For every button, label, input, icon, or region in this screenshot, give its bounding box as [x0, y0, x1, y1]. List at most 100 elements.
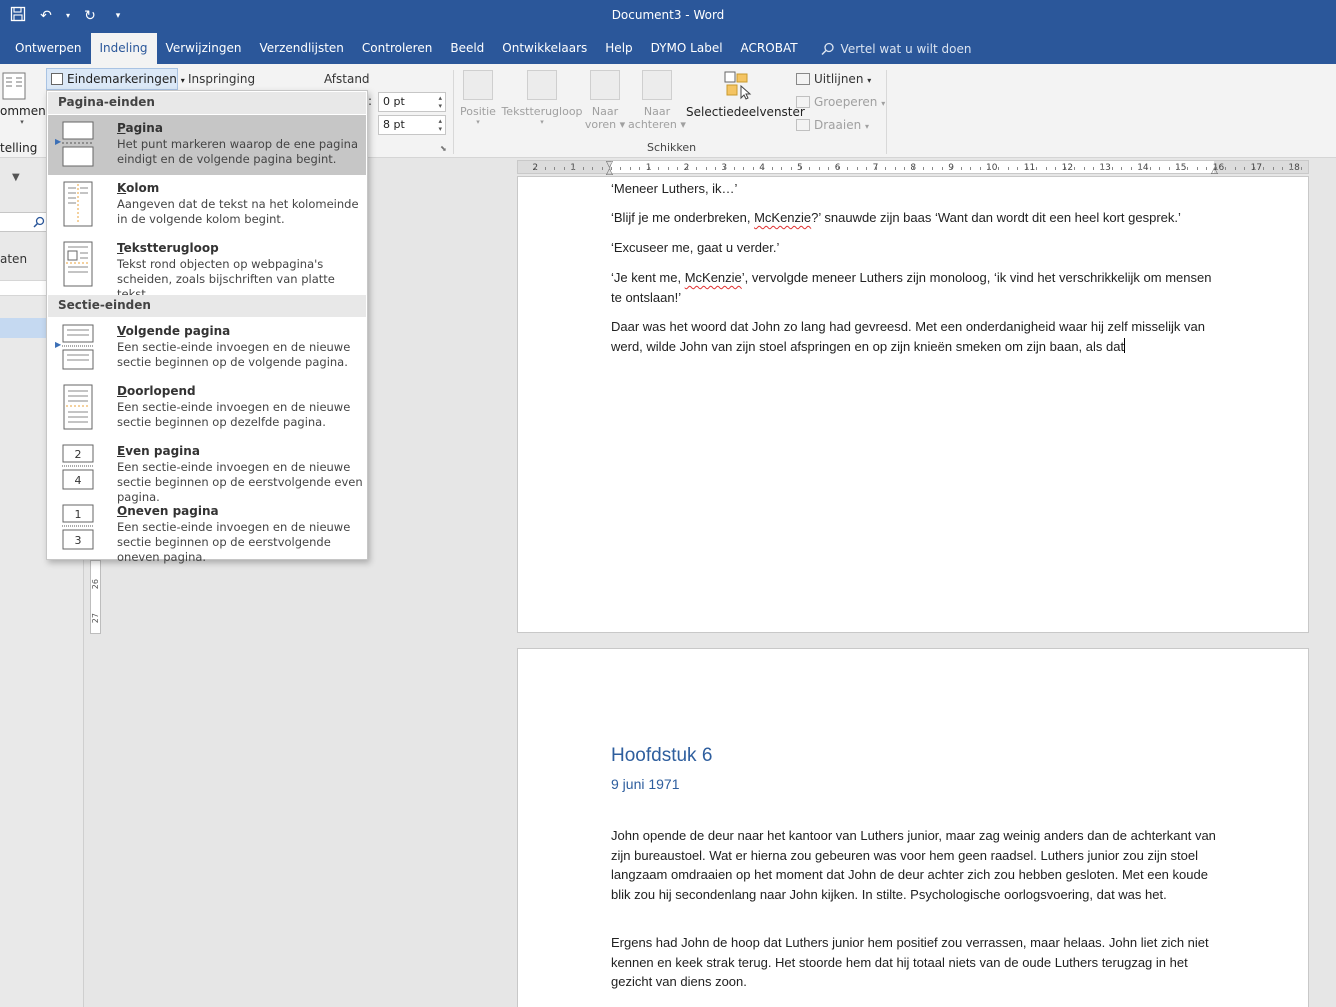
paragraph[interactable]: ‘Je kent me, McKenzie’, vervolgde meneer… — [611, 268, 1221, 307]
ruler-minor-tick — [724, 167, 726, 170]
send-backward-button[interactable]: Naar achteren ▾ — [628, 70, 686, 131]
align-icon — [796, 73, 810, 85]
paragraph-text: ‘Je kent me, — [611, 270, 685, 285]
tab-ontwerpen[interactable]: Ontwerpen — [6, 33, 91, 64]
tab-verzendlijsten[interactable]: Verzendlijsten — [250, 33, 352, 64]
menu-item-title-accel: O — [117, 504, 128, 518]
paragraph[interactable]: ‘Blijf je me onderbreken, McKenzie?’ sna… — [611, 208, 1221, 228]
navigation-tab-pages[interactable]: aten — [0, 252, 27, 266]
position-button[interactable]: Positie ▾ — [458, 70, 498, 126]
ruler-minor-tick — [809, 167, 811, 170]
navigation-search-input[interactable] — [0, 212, 48, 232]
ruler-minor-tick — [648, 167, 650, 170]
ribbon-tabs: Ontwerpen Indeling Verwijzingen Verzendl… — [0, 33, 1336, 64]
menu-item-even-page[interactable]: 24 Even pagina Een sectie-einde invoegen… — [48, 438, 366, 504]
ruler-tick-label: 10 — [986, 163, 998, 173]
ruler-minor-tick — [1244, 167, 1246, 170]
ruler-minor-tick — [686, 167, 688, 170]
ruler-minor-tick — [1263, 167, 1265, 170]
paragraph[interactable]: Daar was het woord dat John zo lang had … — [611, 317, 1221, 356]
selection-pane-icon — [724, 71, 752, 100]
send-backward-icon — [642, 70, 672, 100]
menu-item-description: Het punt markeren waarop de ene pagina e… — [117, 137, 358, 166]
paragraph[interactable]: John opende de deur naar het kantoor van… — [611, 826, 1221, 904]
tab-ontwikkelaars[interactable]: Ontwikkelaars — [493, 33, 596, 64]
ruler-minor-tick — [941, 167, 943, 170]
ruler-tick-label: 13 — [1099, 163, 1111, 173]
menu-item-page-break[interactable]: ▶ Pagina Het punt markeren waarop de ene… — [48, 115, 366, 175]
paragraph[interactable]: ‘Meneer Luthers, ik…’ — [611, 179, 1221, 199]
paragraph[interactable]: Ergens had John de hoop dat Luthers juni… — [611, 933, 1221, 992]
tell-me-box[interactable]: Vertel wat u wilt doen — [807, 33, 981, 64]
spacing-after-input[interactable]: 8 pt ▴ ▾ — [378, 115, 446, 135]
spinner-arrows-icon[interactable]: ▴ ▾ — [438, 94, 442, 110]
ruler-minor-tick — [677, 167, 679, 170]
selection-pane-button[interactable]: Selectiedeelvenster — [686, 70, 805, 119]
search-icon — [821, 42, 834, 55]
page-setup-group-label: telling — [0, 141, 38, 155]
spacing-before-input[interactable]: 0 pt ▴ ▾ — [378, 92, 446, 112]
breaks-icon — [51, 73, 63, 85]
ruler-minor-tick — [875, 167, 877, 170]
menu-item-title-rest: olom — [126, 181, 160, 195]
svg-text:3: 3 — [75, 534, 82, 547]
navigation-divider — [0, 280, 48, 296]
ruler-minor-tick — [563, 167, 565, 170]
chapter-subheading[interactable]: 9 juni 1971 — [611, 776, 680, 792]
tab-controleren[interactable]: Controleren — [353, 33, 441, 64]
right-indent-marker-icon[interactable]: △ — [1211, 166, 1218, 176]
next-page-section-icon — [62, 324, 94, 370]
tab-verwijzingen[interactable]: Verwijzingen — [157, 33, 251, 64]
menu-item-title: Doorlopend — [117, 384, 196, 398]
chevron-down-icon[interactable]: ▼ — [12, 172, 20, 183]
menu-item-title: Oneven pagina — [117, 504, 219, 518]
send-backward-label-1: Naar — [643, 105, 671, 118]
spinner-arrows-icon[interactable]: ▴ ▾ — [438, 117, 442, 133]
menu-item-next-page[interactable]: ▶ Volgende pagina Een sectie-einde invoe… — [48, 318, 366, 378]
spelling-error[interactable]: McKenzie — [754, 210, 811, 225]
paragraph[interactable]: ‘Excuseer me, gaat u verder.’ — [611, 238, 1221, 258]
ruler-minor-tick — [1196, 167, 1198, 170]
group-button[interactable]: Groeperen ▾ — [796, 95, 885, 109]
tab-dymo-label[interactable]: DYMO Label — [642, 33, 732, 64]
menu-item-title-rest: oorlopend — [126, 384, 196, 398]
group-label: Groeperen — [814, 95, 878, 109]
align-button[interactable]: Uitlijnen ▾ — [796, 72, 871, 86]
ruler-minor-tick — [1149, 167, 1151, 170]
columns-button[interactable]: ommen ▾ — [0, 72, 46, 126]
group-icon — [796, 96, 810, 108]
breaks-dropdown-button[interactable]: Eindemarkeringen ▾ — [46, 68, 185, 90]
tab-beeld[interactable]: Beeld — [441, 33, 493, 64]
ruler-minor-tick — [1055, 167, 1057, 170]
menu-item-title: Tekstterugloop — [117, 241, 219, 255]
menu-item-odd-page[interactable]: 13 Oneven pagina Een sectie-einde invoeg… — [48, 498, 366, 564]
ruler-minor-tick — [1007, 167, 1009, 170]
menu-item-description: Een sectie-einde invoegen en de nieuwe s… — [117, 400, 351, 429]
tab-acrobat[interactable]: ACROBAT — [732, 33, 807, 64]
window-title: Document3 - Word — [611, 8, 725, 22]
bring-forward-button[interactable]: Naar voren ▾ — [584, 70, 626, 131]
continuous-section-icon — [63, 384, 93, 430]
tab-help[interactable]: Help — [596, 33, 641, 64]
menu-item-continuous[interactable]: Doorlopend Een sectie-einde invoegen en … — [48, 378, 366, 438]
menu-item-title: Pagina — [117, 121, 163, 135]
tab-indeling[interactable]: Indeling — [90, 33, 157, 64]
vertical-ruler[interactable]: 26 27 — [90, 560, 101, 634]
menu-item-text-wrapping-break[interactable]: Tekstterugloop Tekst rond objecten op we… — [48, 235, 366, 301]
document-page-1[interactable]: ‘Meneer Luthers, ik…’ ‘Blijf je me onder… — [517, 176, 1309, 633]
document-page-2[interactable]: Hoofdstuk 6 9 juni 1971 John opende de d… — [517, 648, 1309, 1007]
spelling-error[interactable]: McKenzie — [685, 270, 742, 285]
menu-item-column-break[interactable]: Kolom Aangeven dat de tekst na het kolom… — [48, 175, 366, 235]
navigation-selected-item[interactable] — [0, 318, 48, 338]
paragraph-dialog-launcher-icon[interactable]: ⬊ — [440, 144, 447, 153]
align-label: Uitlijnen — [814, 72, 864, 86]
rotate-button[interactable]: Draaien ▾ — [796, 118, 869, 132]
chapter-heading[interactable]: Hoofdstuk 6 — [611, 745, 712, 767]
ruler-minor-tick — [1159, 167, 1161, 170]
ruler-tick-label: 14 — [1137, 163, 1149, 173]
ribbon-separator — [886, 70, 887, 154]
horizontal-ruler[interactable]: 21123456789101112131415161718 ▽ △ △ — [517, 160, 1309, 177]
ruler-minor-tick — [620, 167, 622, 170]
group-dropdown-icon: ▾ — [881, 99, 886, 108]
wrap-text-button[interactable]: Tekstterugloop ▾ — [500, 70, 584, 126]
